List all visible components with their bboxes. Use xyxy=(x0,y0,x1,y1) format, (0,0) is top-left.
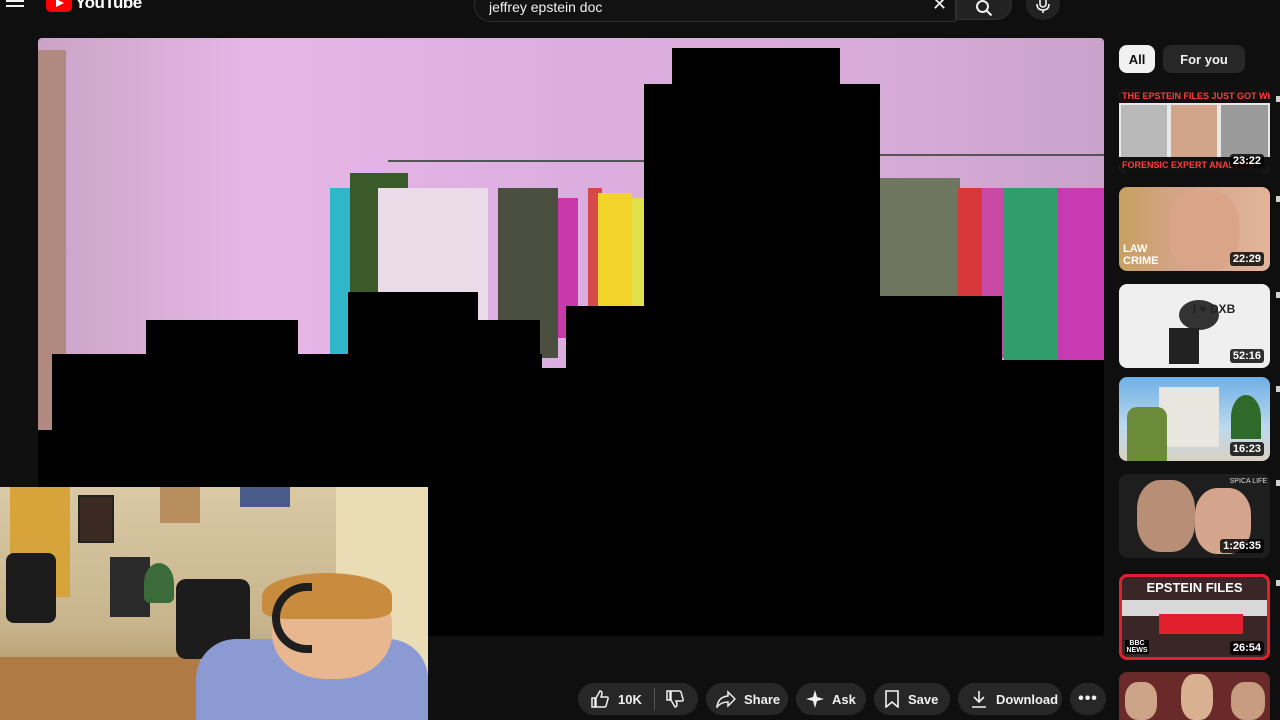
video-duration: 23:22 xyxy=(1229,154,1264,168)
truncated-title-edge xyxy=(1276,580,1280,586)
garment xyxy=(1004,188,1058,363)
garment xyxy=(598,193,632,323)
like-dislike-group: 10K xyxy=(578,683,698,715)
video-duration: 52:16 xyxy=(1229,349,1264,363)
download-icon xyxy=(972,691,986,708)
shelf xyxy=(160,487,200,523)
save-label: Save xyxy=(908,691,939,707)
thumbnail-figure xyxy=(1169,328,1199,364)
thumbnail-watermark: SPICA LIFE xyxy=(1229,478,1267,485)
video-duration: 26:54 xyxy=(1229,641,1264,655)
sparkle-icon xyxy=(806,690,824,708)
thumbnail-face xyxy=(1125,682,1157,720)
thumbs-up-icon[interactable] xyxy=(590,689,610,709)
palm-tree xyxy=(1231,395,1261,439)
related-video-thumbnail[interactable]: EPSTEIN FILES BBC NEWS 26:54 xyxy=(1119,574,1270,660)
download-label: Download xyxy=(996,691,1059,707)
thumbnail-photo xyxy=(1221,105,1268,157)
related-video-thumbnail[interactable] xyxy=(1119,672,1270,720)
save-button[interactable]: Save xyxy=(874,683,950,715)
thumbnail-face xyxy=(1231,682,1265,720)
menu-icon[interactable] xyxy=(6,0,24,10)
divider xyxy=(653,688,655,710)
thumbnail-photo xyxy=(1121,105,1167,157)
search-button[interactable] xyxy=(956,0,1012,20)
thumbnail-person xyxy=(1127,407,1167,461)
redaction-block xyxy=(644,84,880,314)
voice-search-button[interactable] xyxy=(1026,0,1060,20)
related-video-thumbnail[interactable]: 16:23 xyxy=(1119,377,1270,461)
related-video-thumbnail[interactable]: THE EPSTEIN FILES JUST GOT WEIRDER FOREN… xyxy=(1119,89,1270,173)
truncated-title-edge xyxy=(1276,480,1280,486)
search-box[interactable] xyxy=(474,0,956,22)
video-duration: 1:26:35 xyxy=(1220,539,1264,553)
plant xyxy=(144,563,174,603)
redaction-block xyxy=(1002,360,1104,440)
chip-all[interactable]: All xyxy=(1119,45,1155,73)
ask-button[interactable]: Ask xyxy=(796,683,866,715)
floor xyxy=(0,657,200,720)
more-actions-button[interactable]: ••• xyxy=(1070,683,1106,715)
more-icon: ••• xyxy=(1078,690,1098,707)
redaction-block xyxy=(348,292,478,362)
share-icon xyxy=(716,690,736,708)
wall-poster xyxy=(78,495,114,543)
redaction-block xyxy=(880,296,1002,366)
thumbnail-title-text: EPSTEIN FILES xyxy=(1146,580,1243,595)
download-button[interactable]: Download xyxy=(958,683,1062,715)
chip-for-you[interactable]: For you xyxy=(1163,45,1245,73)
thumbs-down-icon[interactable] xyxy=(665,689,685,709)
thumbnail-sign-text: I ♥ DXB xyxy=(1192,302,1236,316)
thumbnail-face xyxy=(1181,674,1213,720)
search-input[interactable] xyxy=(489,0,909,15)
garment xyxy=(1058,188,1104,363)
thumbnail-building xyxy=(1159,387,1219,447)
search-icon xyxy=(976,0,993,17)
thumbnail-photo xyxy=(1171,105,1217,157)
office-chair xyxy=(6,553,56,623)
webcam-overlay xyxy=(0,487,428,720)
thumbnail-band xyxy=(1159,614,1243,634)
youtube-play-icon xyxy=(46,0,72,12)
related-video-thumbnail[interactable]: I ♥ DXB 52:16 xyxy=(1119,284,1270,368)
share-label: Share xyxy=(744,691,781,707)
redaction-block xyxy=(546,388,586,448)
video-duration: 16:23 xyxy=(1229,442,1264,456)
thumbnail-logo-text: LAW CRIME xyxy=(1123,243,1159,267)
truncated-title-edge xyxy=(1276,292,1280,298)
thumbnail-face xyxy=(1169,191,1239,271)
thumbnail-title-text: THE EPSTEIN FILES JUST GOT WEIRDER xyxy=(1119,89,1270,103)
clear-icon[interactable]: ✕ xyxy=(932,0,947,15)
bbc-news-logo: BBC NEWS xyxy=(1125,640,1149,654)
truncated-title-edge xyxy=(1276,196,1280,202)
clothing-rail xyxy=(878,154,1104,156)
masthead: YouTube ✕ xyxy=(0,0,1280,22)
share-button[interactable]: Share xyxy=(706,683,788,715)
bookmark-icon xyxy=(885,690,899,708)
microphone-icon xyxy=(1036,0,1050,13)
logo-text: YouTube xyxy=(75,0,142,12)
like-count[interactable]: 10K xyxy=(618,692,642,707)
related-video-thumbnail[interactable]: LAW CRIME 22:29 xyxy=(1119,187,1270,271)
ask-label: Ask xyxy=(832,691,856,707)
truncated-title-edge xyxy=(1276,386,1280,392)
redaction-block xyxy=(468,320,540,636)
wall-poster xyxy=(240,487,290,507)
truncated-title-edge xyxy=(1276,96,1280,102)
thumbnail-face xyxy=(1137,480,1195,552)
redaction-block xyxy=(146,320,298,360)
clothing-rail xyxy=(388,160,688,162)
related-video-thumbnail[interactable]: SPICA LIFE 1:26:35 xyxy=(1119,474,1270,558)
youtube-logo[interactable]: YouTube xyxy=(46,0,142,12)
video-duration: 22:29 xyxy=(1229,252,1264,266)
redaction-block xyxy=(672,48,840,88)
